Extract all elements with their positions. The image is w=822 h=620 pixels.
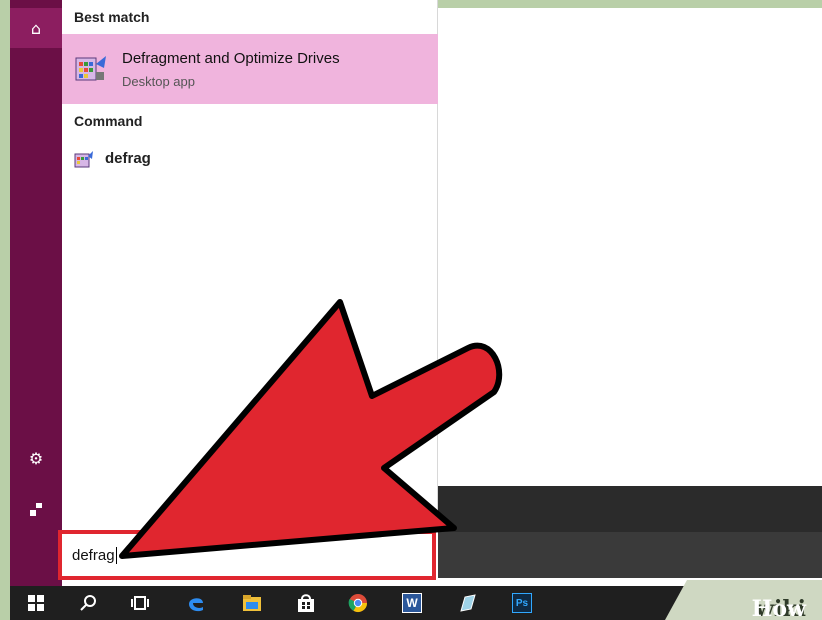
chrome-glyph: [348, 594, 367, 613]
windows-logo: [28, 595, 44, 611]
windows-start-icon[interactable]: [16, 586, 56, 620]
gear-icon[interactable]: ⚙: [10, 438, 62, 478]
task-view-icon[interactable]: [120, 586, 160, 620]
task-view-glyph: [131, 596, 149, 610]
desktop-dark-band-lower: [438, 532, 822, 578]
search-input-value: defrag: [72, 547, 117, 564]
photoshop-label: Ps: [512, 593, 532, 613]
search-box-highlight: defrag: [58, 530, 436, 580]
store-icon[interactable]: [286, 586, 326, 620]
wikihow-watermark: wiki How: [665, 580, 822, 620]
command-item-defrag[interactable]: defrag: [62, 142, 438, 176]
best-match-heading: Best match: [74, 9, 150, 25]
user-icon[interactable]: [10, 490, 62, 530]
search-input[interactable]: defrag: [62, 534, 432, 576]
file-explorer-icon[interactable]: [232, 586, 272, 620]
word-label: W: [402, 593, 422, 613]
command-item-label: defrag: [105, 150, 151, 167]
user-glyph: [30, 503, 42, 516]
search-glyph: [80, 595, 96, 611]
watermark-how: How: [751, 596, 806, 620]
best-match-subtitle: Desktop app: [122, 74, 195, 89]
desktop-dark-band: [438, 486, 822, 532]
chrome-icon[interactable]: [338, 586, 378, 620]
start-menu-rail: ⌂ ⚙: [10, 0, 62, 586]
defrag-app-icon: [75, 56, 106, 81]
folder-glyph: [243, 595, 261, 611]
edge-glyph: [189, 598, 203, 612]
search-icon[interactable]: [68, 586, 108, 620]
notepad-icon[interactable]: [448, 586, 488, 620]
photoshop-icon[interactable]: Ps: [502, 586, 542, 620]
command-defrag-icon: [74, 151, 93, 168]
store-glyph: [298, 594, 314, 612]
word-icon[interactable]: W: [392, 586, 432, 620]
notepad-glyph: [460, 594, 476, 612]
best-match-item[interactable]: Defragment and Optimize Drives Desktop a…: [62, 34, 438, 104]
best-match-title: Defragment and Optimize Drives: [122, 50, 340, 67]
search-results-panel: Best match Defragment and Optimize Drive…: [62, 0, 438, 530]
edge-icon[interactable]: [176, 586, 216, 620]
command-heading: Command: [74, 113, 143, 129]
home-icon[interactable]: ⌂: [10, 8, 62, 48]
